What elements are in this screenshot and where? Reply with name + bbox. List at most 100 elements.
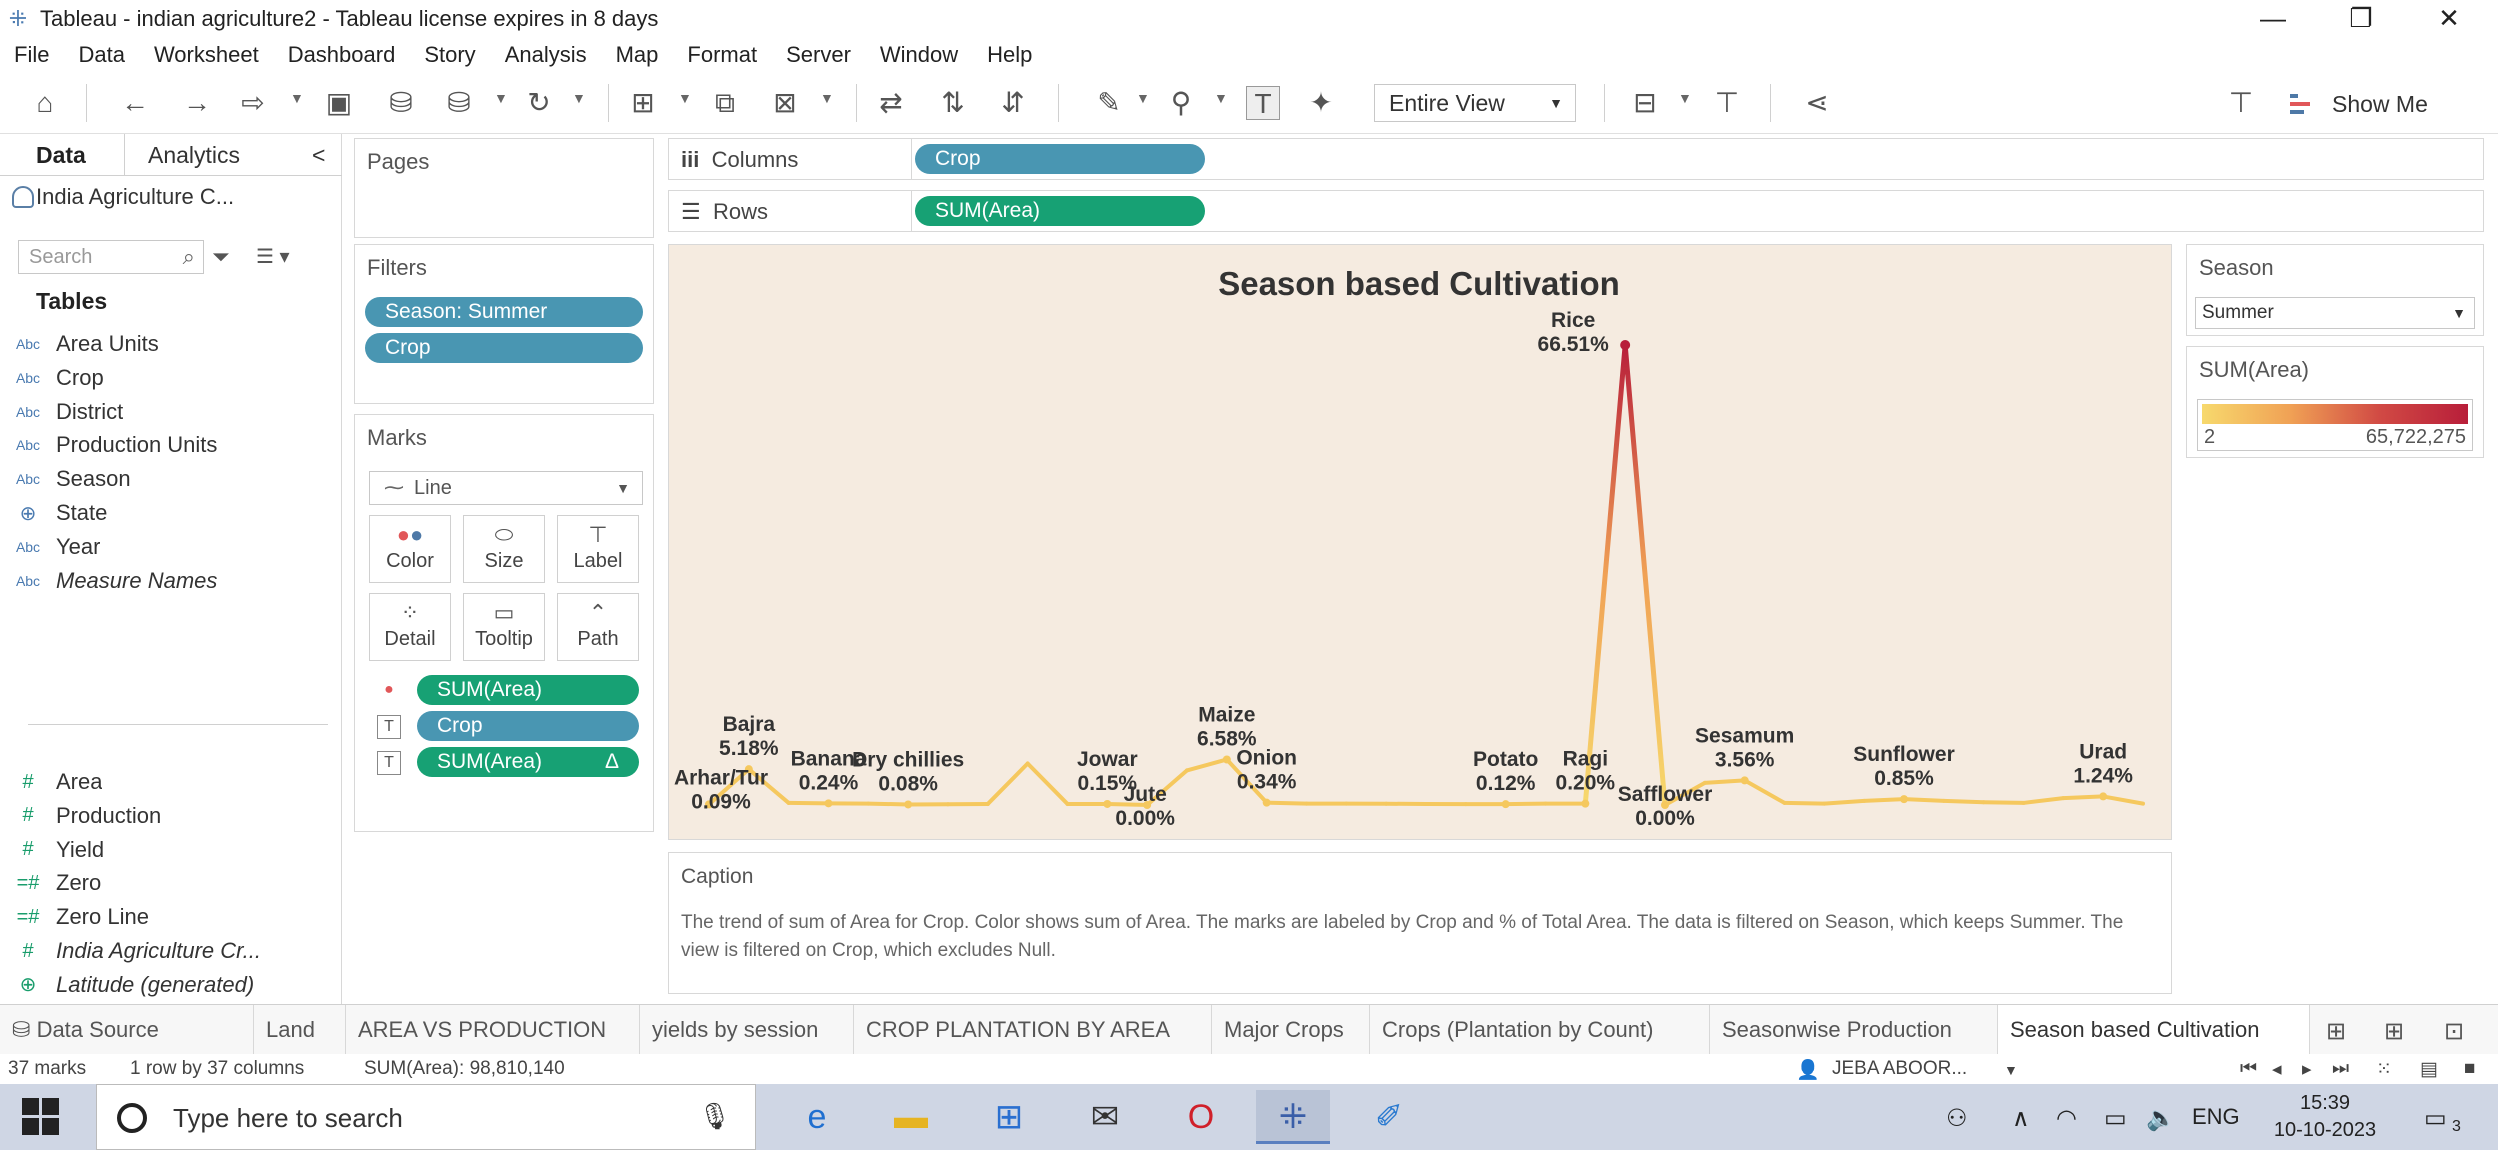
field-area[interactable]: # Area <box>0 766 340 798</box>
chevron-down-icon[interactable]: ▼ <box>290 90 304 106</box>
tab-season-based-cultivation[interactable]: Season based Cultivation <box>1998 1005 2310 1055</box>
data-point[interactable] <box>1103 799 1112 808</box>
data-point[interactable] <box>1501 800 1510 809</box>
presentation-mode-icon[interactable]: ⊤ <box>1710 86 1744 120</box>
label-button[interactable]: ⊤ Label <box>557 515 639 583</box>
tab-land[interactable]: Land <box>254 1005 346 1055</box>
data-point[interactable] <box>824 799 833 808</box>
data-point[interactable] <box>1222 755 1231 764</box>
field-production[interactable]: # Production <box>0 800 340 832</box>
filter-icon[interactable]: ⏷ <box>212 244 230 270</box>
tab-data[interactable]: Data <box>36 142 86 169</box>
marks-pill-sum-area-color[interactable]: SUM(Area) <box>417 675 639 705</box>
show-filmstrip-icon[interactable]: ▤ <box>2420 1058 2438 1081</box>
menu-story[interactable]: Story <box>424 42 475 68</box>
last-page-icon[interactable]: ⏭ <box>2332 1058 2349 1080</box>
paint-icon[interactable]: ✐ <box>1352 1090 1426 1144</box>
tab-yields-by-session[interactable]: yields by session <box>640 1005 854 1055</box>
replay-icon[interactable]: ⇨ <box>236 86 270 120</box>
marks-pill-crop-label[interactable]: Crop <box>417 711 639 741</box>
size-button[interactable]: ⬭ Size <box>463 515 545 583</box>
menu-map[interactable]: Map <box>616 42 659 68</box>
people-icon[interactable]: ⚇ <box>1946 1104 1968 1133</box>
share-icon[interactable]: ⋖ <box>1800 86 1834 120</box>
data-point[interactable] <box>1900 795 1908 804</box>
tab-analytics[interactable]: Analytics <box>148 142 240 169</box>
new-story-icon[interactable]: ⊡ <box>2444 1017 2464 1046</box>
field-season[interactable]: Abc Season <box>0 463 340 495</box>
data-point[interactable] <box>1262 798 1271 807</box>
tableau-taskbar-icon[interactable]: ⁜ <box>1256 1090 1330 1144</box>
tab-seasonwise-production[interactable]: Seasonwise Production <box>1710 1005 1998 1055</box>
sort-descending-icon[interactable]: ⇵ <box>996 86 1030 120</box>
tab-data-source[interactable]: ⛁ Data Source <box>0 1005 254 1055</box>
language-indicator[interactable]: ENG <box>2192 1104 2240 1130</box>
refresh-icon[interactable]: ↻ <box>522 86 556 120</box>
field-india-agriculture-cr[interactable]: # India Agriculture Cr... <box>0 935 340 967</box>
undo-icon[interactable]: ← <box>118 86 152 120</box>
first-page-icon[interactable]: ⏮ <box>2240 1058 2257 1080</box>
file-explorer-icon[interactable]: ▬ <box>874 1090 948 1144</box>
show-tabs-icon[interactable]: ■ <box>2464 1058 2475 1080</box>
volume-icon[interactable]: 🔈 <box>2146 1104 2176 1133</box>
wifi-icon[interactable]: ◠ <box>2056 1104 2077 1133</box>
start-button[interactable] <box>22 1098 60 1136</box>
data-point[interactable] <box>1581 799 1590 808</box>
field-measure-names[interactable]: Abc Measure Names <box>0 565 340 597</box>
next-page-icon[interactable]: ▸ <box>2302 1058 2312 1081</box>
field-search-input[interactable]: Search ⌕ <box>18 240 204 274</box>
field-production-units[interactable]: Abc Production Units <box>0 429 340 461</box>
tab-crops-plantation-by-count[interactable]: Crops (Plantation by Count) <box>1370 1005 1710 1055</box>
swap-rows-columns-icon[interactable]: ⇄ <box>874 86 908 120</box>
view-options-icon[interactable]: ☰ ▾ <box>256 244 290 269</box>
edge-icon[interactable]: e <box>780 1090 854 1144</box>
data-point[interactable] <box>1620 340 1631 350</box>
field-district[interactable]: Abc District <box>0 396 340 428</box>
filter-pill-crop[interactable]: Crop <box>365 333 643 363</box>
data-point[interactable] <box>904 800 913 809</box>
fit-select[interactable]: Entire View ▼ <box>1374 84 1576 122</box>
group-members-icon[interactable]: ⚲ <box>1164 86 1198 120</box>
tab-area-vs-production[interactable]: AREA VS PRODUCTION <box>346 1005 640 1055</box>
season-select[interactable]: Summer ▼ <box>2195 297 2475 329</box>
menu-help[interactable]: Help <box>987 42 1032 68</box>
field-crop[interactable]: Abc Crop <box>0 362 340 394</box>
battery-icon[interactable]: ▭ <box>2104 1104 2127 1133</box>
clear-sheet-icon[interactable]: ⊠ <box>768 86 802 120</box>
rows-pill-sum-area[interactable]: SUM(Area) <box>915 196 1205 226</box>
line-chart[interactable]: Season based Cultivation Arhar/Tur0.09% B… <box>669 245 2171 839</box>
data-point[interactable] <box>2099 792 2108 801</box>
detail-button[interactable]: ⁘ Detail <box>369 593 451 661</box>
fix-axes-icon[interactable]: ✦ <box>1304 86 1338 120</box>
field-yield[interactable]: # Yield <box>0 834 340 866</box>
duplicate-sheet-icon[interactable]: ⧉ <box>708 86 742 120</box>
new-worksheet-icon[interactable]: ⊞ <box>626 86 660 120</box>
chevron-down-icon[interactable]: ▼ <box>1136 90 1150 106</box>
field-area-units[interactable]: Abc Area Units <box>0 328 340 360</box>
menu-data[interactable]: Data <box>78 42 124 68</box>
menu-dashboard[interactable]: Dashboard <box>288 42 396 68</box>
menu-server[interactable]: Server <box>786 42 851 68</box>
maximize-button[interactable]: ❐ <box>2316 0 2406 38</box>
prev-page-icon[interactable]: ◂ <box>2272 1058 2282 1081</box>
data-point[interactable] <box>1740 776 1749 785</box>
path-button[interactable]: ⌃ Path <box>557 593 639 661</box>
microphone-icon[interactable]: 🎙 <box>698 1101 731 1132</box>
field-year[interactable]: Abc Year <box>0 531 340 563</box>
chevron-down-icon[interactable]: ▼ <box>494 90 508 106</box>
mail-icon[interactable]: ✉ <box>1068 1090 1142 1144</box>
field-latitude-generated[interactable]: ⊕ Latitude (generated) <box>0 969 340 1001</box>
pause-updates-icon[interactable]: ⛁ <box>442 86 476 120</box>
field-state[interactable]: ⊕ State <box>0 497 340 529</box>
chevron-down-icon[interactable]: ▼ <box>2004 1062 2018 1078</box>
clock[interactable]: 15:39 10-10-2023 <box>2260 1090 2390 1144</box>
store-icon[interactable]: ⊞ <box>972 1090 1046 1144</box>
menu-window[interactable]: Window <box>880 42 958 68</box>
collapse-pane-icon[interactable]: < <box>312 142 325 169</box>
chevron-up-icon[interactable]: ∧ <box>2012 1104 2030 1133</box>
menu-worksheet[interactable]: Worksheet <box>154 42 259 68</box>
save-icon[interactable]: ▣ <box>322 86 356 120</box>
show-me-button[interactable]: Show Me <box>2290 84 2490 124</box>
tooltip-button[interactable]: ▭ Tooltip <box>463 593 545 661</box>
close-button[interactable]: ✕ <box>2404 0 2494 38</box>
